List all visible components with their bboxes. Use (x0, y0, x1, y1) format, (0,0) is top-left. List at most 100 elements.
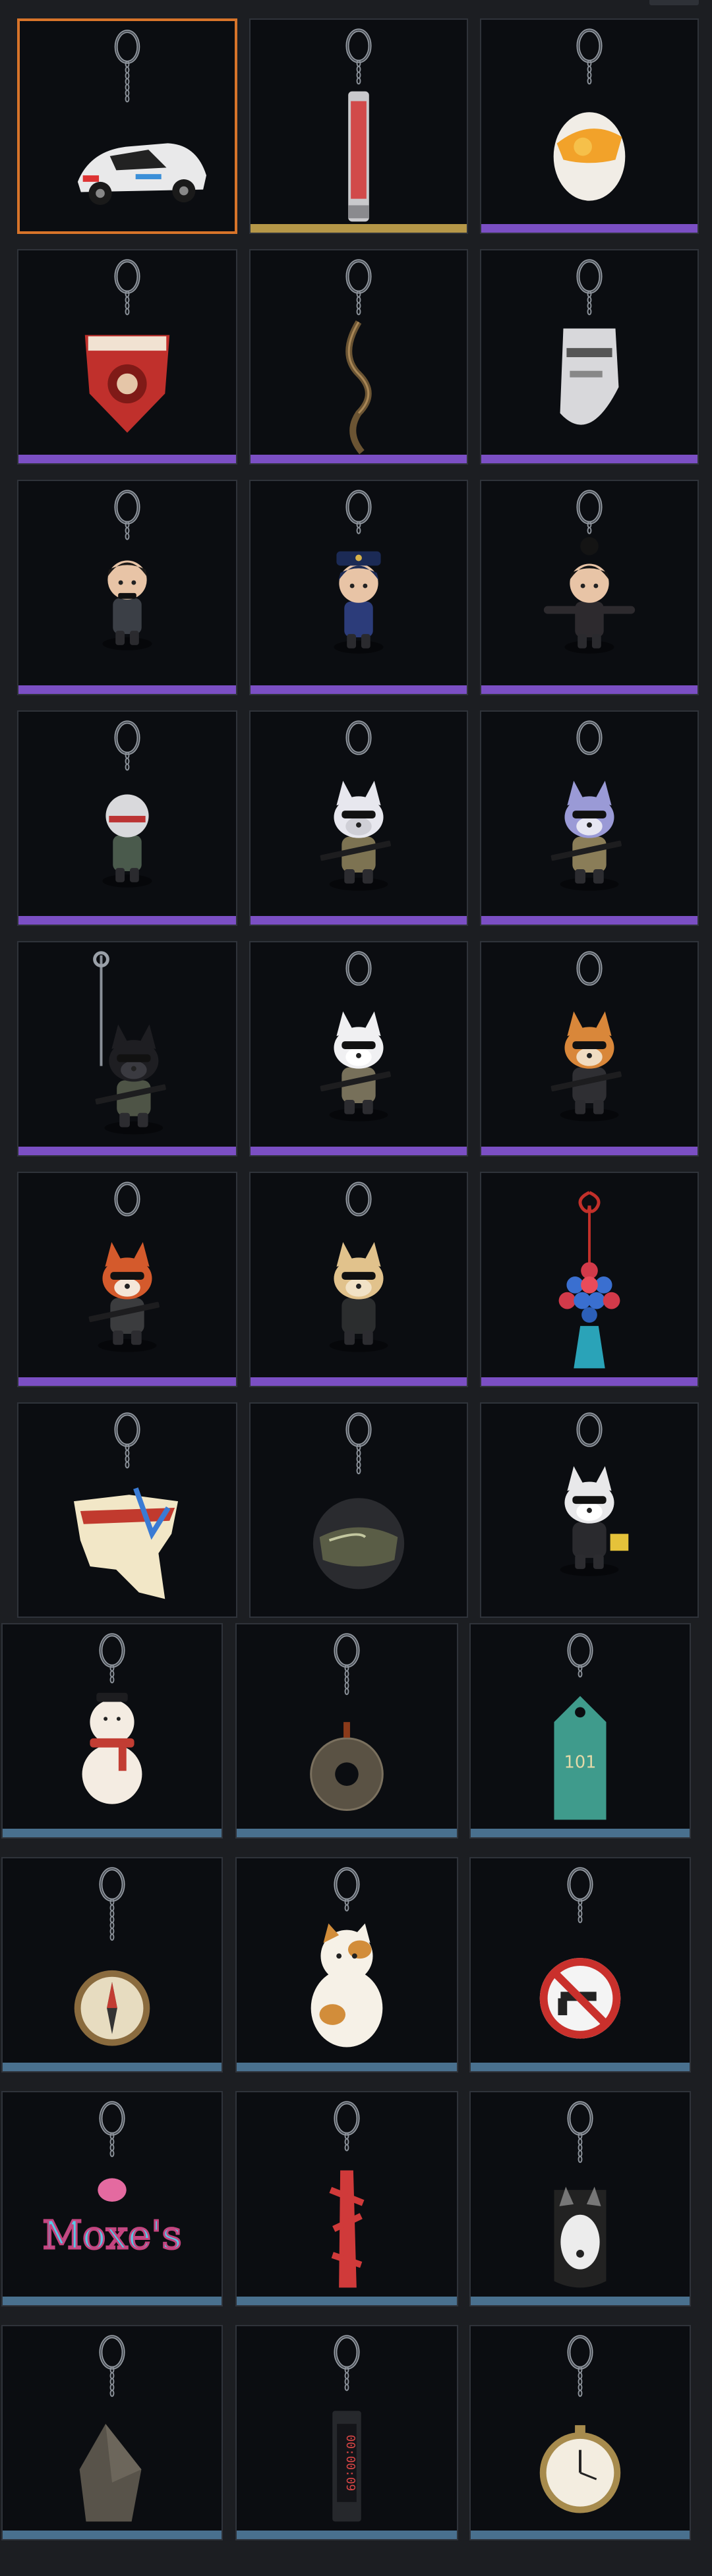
charm-tile[interactable] (249, 941, 468, 1157)
charm-tile[interactable] (480, 249, 699, 465)
rarity-bar (251, 1147, 467, 1155)
charm-tile[interactable] (1, 2325, 223, 2540)
rarity-bar (471, 2297, 690, 2305)
charm-tile[interactable] (235, 2091, 458, 2306)
charm-tile[interactable] (480, 710, 699, 926)
orange-fox-soldier-charm-icon (550, 951, 622, 1122)
rarity-bar (481, 916, 697, 925)
charm-tile[interactable] (469, 1857, 691, 2073)
rarity-bar (481, 1147, 697, 1155)
red-script-charm-icon (329, 2101, 365, 2288)
charm-tile[interactable] (249, 18, 468, 234)
rarity-bar (3, 1829, 222, 1837)
digital-timer-charm-icon: 00:00:09 (332, 2335, 361, 2522)
police-figure-charm-icon (334, 490, 384, 654)
no-guns-sign-charm-icon (539, 1867, 621, 2039)
blue-wolf-soldier-charm-icon (550, 720, 622, 891)
charm-tile[interactable] (480, 1402, 699, 1618)
rarity-bar (251, 455, 467, 463)
charm-tile[interactable] (235, 1857, 458, 2073)
charm-tile[interactable]: 00:00:09 (235, 2325, 458, 2540)
charm-tile[interactable] (17, 249, 237, 465)
red-fox-soldier-charm-icon (88, 1182, 160, 1352)
fennec-soldier-charm-icon (329, 1182, 388, 1352)
charm-tile[interactable] (17, 941, 237, 1157)
rarity-bar (481, 1377, 697, 1386)
rarity-bar (471, 2531, 690, 2539)
digital-timer-readout-art: 00:00:09 (343, 2435, 357, 2492)
charm-tile[interactable] (469, 2325, 691, 2540)
charm-tile[interactable] (17, 1172, 237, 1387)
rock-shard-charm-icon (79, 2335, 142, 2522)
charm-tile[interactable] (1, 1623, 223, 1839)
suited-figure-charm-icon (102, 490, 152, 650)
charm-tile[interactable] (1, 1857, 223, 2073)
dark-helmet-charm-icon (312, 1412, 405, 1589)
helmet-soldier-charm-icon (102, 720, 152, 888)
charm-tile[interactable] (17, 1402, 237, 1618)
charm-tile[interactable] (235, 1623, 458, 1839)
husky-tag-charm-icon (554, 2101, 607, 2288)
motel-tag-number-art: 101 (564, 1752, 597, 1772)
charm-tile[interactable] (17, 480, 237, 695)
rarity-bar (471, 2063, 690, 2071)
compass-charm-icon (74, 1867, 150, 2046)
pocket-watch-charm-icon (539, 2335, 621, 2513)
rarity-bar (18, 916, 236, 925)
snowman-charm-icon (82, 1633, 142, 1804)
rarity-bar (237, 2297, 457, 2305)
rarity-bar (18, 1377, 236, 1386)
motel-tag-charm-icon: 101 (554, 1633, 607, 1820)
white-cat-soldier-charm-icon (320, 951, 391, 1122)
charm-tile[interactable] (249, 1172, 468, 1387)
rarity-bar (3, 2063, 222, 2071)
charm-tile[interactable] (249, 710, 468, 926)
charm-tile[interactable]: 101 (469, 1623, 691, 1839)
cool-cat-charm-icon (560, 1412, 629, 1576)
lucky-cat-charm-icon (311, 1867, 383, 2047)
rarity-bar (237, 2063, 457, 2071)
charm-tile[interactable] (17, 18, 237, 234)
rarity-bar (237, 2531, 457, 2539)
rarity-bar (251, 224, 467, 233)
bun-hair-figure-charm-icon (543, 490, 636, 654)
red-emblem-charm-icon (84, 259, 170, 433)
rarity-bar (18, 1147, 236, 1155)
rarity-bar (251, 1377, 467, 1386)
silver-mask-charm-icon (560, 259, 619, 425)
rarity-bar (237, 1829, 457, 1837)
rarity-bar (481, 685, 697, 694)
white-wolf-soldier-charm-icon (320, 720, 391, 891)
rarity-bar (481, 455, 697, 463)
charm-tile[interactable] (480, 941, 699, 1157)
charm-tile[interactable] (469, 2091, 691, 2306)
rarity-bar (3, 2531, 222, 2539)
rarity-bar (251, 916, 467, 925)
black-cat-rappel-charm-icon (93, 951, 166, 1135)
charm-tile[interactable] (249, 249, 468, 465)
kamona-map-charm-icon (74, 1412, 179, 1599)
charm-tile[interactable] (249, 1402, 468, 1618)
red-tube-charm-icon (345, 28, 372, 222)
charm-tile[interactable] (17, 710, 237, 926)
charm-tile[interactable]: Moxe's (1, 2091, 223, 2306)
rarity-bar (18, 685, 236, 694)
charm-tile[interactable] (249, 480, 468, 695)
egg-charm-icon (553, 28, 626, 201)
rarity-bar (3, 2297, 222, 2305)
stone-ring-charm-icon (310, 1633, 384, 1811)
bronze-chain-charm-icon (345, 259, 372, 455)
charm-tile[interactable] (480, 1172, 699, 1387)
charm-inventory-grid: 101 Moxe's 00:00:09 (0, 0, 712, 2576)
moxes-logo-art: Moxe's (42, 2212, 182, 2258)
rarity-bar (251, 685, 467, 694)
race-car-charm-icon (77, 30, 206, 206)
charm-tile[interactable] (480, 480, 699, 695)
rarity-bar (18, 455, 236, 463)
rarity-bar (471, 1829, 690, 1837)
charm-tile[interactable] (480, 18, 699, 234)
scroll-indicator[interactable] (649, 0, 699, 5)
tassel-beads-charm-icon (558, 1191, 620, 1369)
rarity-bar (481, 224, 697, 233)
moxes-logo-charm-icon: Moxe's (42, 2101, 183, 2259)
